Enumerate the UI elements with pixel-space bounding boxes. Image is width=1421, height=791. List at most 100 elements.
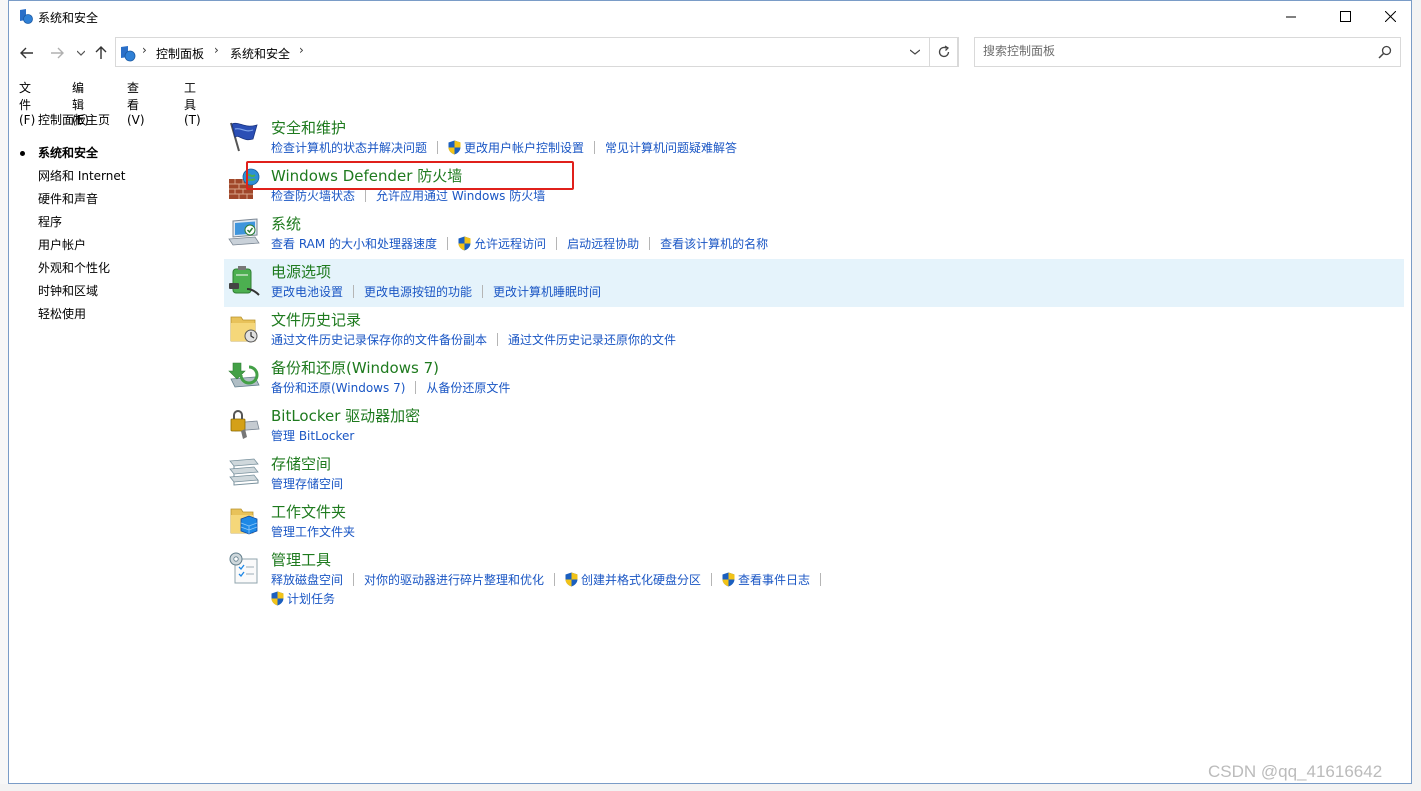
window-title: 系统和安全 <box>38 11 99 25</box>
minimize-button[interactable] <box>1268 1 1314 32</box>
uac-shield-icon <box>565 572 578 587</box>
breadcrumb-separator[interactable]: › <box>214 43 219 57</box>
annotation-highlight-box <box>246 161 574 190</box>
task-link[interactable]: 管理 BitLocker <box>271 427 354 444</box>
task-link[interactable]: 更改用户帐户控制设置 <box>464 139 584 156</box>
category-links: 管理存储空间 <box>271 475 343 491</box>
sidebar-item-clock-region[interactable]: 时钟和区域 <box>38 282 98 299</box>
arrow-up-icon <box>95 46 107 59</box>
task-link[interactable]: 允许远程访问 <box>474 235 546 252</box>
breadcrumb-control-panel[interactable]: 控制面板 <box>156 45 204 62</box>
link-separator <box>594 141 596 154</box>
link-separator <box>437 141 439 154</box>
active-bullet <box>20 151 25 156</box>
task-link[interactable]: 查看 RAM 的大小和处理器速度 <box>271 235 437 252</box>
power-icon <box>229 266 260 296</box>
control-panel-window: 系统和安全 › 控制面板 › 系统和安全 › 搜索控制面板 文件(F) 编辑(E… <box>8 0 1412 784</box>
category-power-options[interactable]: 电源选项 更改电池设置 更改电源按钮的功能 更改计算机睡眠时间 <box>224 259 1404 307</box>
computer-icon <box>228 218 260 246</box>
task-link[interactable]: 管理工作文件夹 <box>271 523 355 540</box>
refresh-button[interactable] <box>929 37 959 67</box>
file-history-icon <box>230 316 258 343</box>
task-link[interactable]: 释放磁盘空间 <box>271 571 343 588</box>
sidebar-item-appearance[interactable]: 外观和个性化 <box>38 259 110 276</box>
menu-tools[interactable]: 工具(T) <box>184 79 201 127</box>
category-title[interactable]: 电源选项 <box>271 261 331 282</box>
task-link[interactable]: 查看该计算机的名称 <box>660 235 768 252</box>
background-window-right <box>1412 0 1421 791</box>
flag-icon <box>230 122 258 152</box>
category-links-second-row: 计划任务 <box>271 590 335 606</box>
system-security-icon <box>20 9 33 24</box>
background-window-left <box>0 0 8 791</box>
category-system: 系统 查看 RAM 的大小和处理器速度 允许远程访问 启动远程协助 查看该计算机的名称 <box>224 207 1404 255</box>
link-separator <box>482 285 484 298</box>
task-link[interactable]: 检查计算机的状态并解决问题 <box>271 139 427 156</box>
up-button[interactable] <box>91 43 111 63</box>
task-link[interactable]: 从备份还原文件 <box>426 379 510 396</box>
category-links: 查看 RAM 的大小和处理器速度 允许远程访问 启动远程协助 查看该计算机的名称 <box>271 235 768 251</box>
task-link[interactable]: 备份和还原(Windows 7) <box>271 379 405 396</box>
task-link[interactable]: 创建并格式化硬盘分区 <box>581 571 701 588</box>
close-button[interactable] <box>1367 1 1413 32</box>
back-button[interactable] <box>17 43 37 63</box>
link-separator <box>353 573 355 586</box>
category-storage-spaces: 存储空间 管理存储空间 <box>224 447 1404 495</box>
task-link[interactable]: 启动远程协助 <box>567 235 639 252</box>
close-icon <box>1384 11 1396 22</box>
uac-shield-icon <box>448 140 461 155</box>
breadcrumb-separator[interactable]: › <box>299 43 304 57</box>
category-links: 检查计算机的状态并解决问题 更改用户帐户控制设置 常见计算机问题疑难解答 <box>271 139 737 155</box>
sidebar-item-ease-of-access[interactable]: 轻松使用 <box>38 305 86 322</box>
task-link[interactable]: 对你的驱动器进行碎片整理和优化 <box>364 571 544 588</box>
breadcrumb-system-security[interactable]: 系统和安全 <box>230 45 290 62</box>
maximize-button[interactable] <box>1322 1 1368 32</box>
sidebar-item-user-accounts[interactable]: 用户帐户 <box>38 236 86 253</box>
control-panel-icon <box>121 46 136 62</box>
search-input[interactable] <box>983 44 1363 58</box>
category-title[interactable]: 文件历史记录 <box>271 309 361 330</box>
breadcrumb-separator: › <box>142 43 147 57</box>
category-security-maintenance: 安全和维护 检查计算机的状态并解决问题 更改用户帐户控制设置 常见计算机问题疑难解答 <box>224 111 1404 159</box>
task-link[interactable]: 更改电池设置 <box>271 283 343 300</box>
menu-view[interactable]: 查看(V) <box>127 79 145 127</box>
category-title[interactable]: 系统 <box>271 213 301 234</box>
task-link[interactable]: 更改计算机睡眠时间 <box>493 283 601 300</box>
category-links: 更改电池设置 更改电源按钮的功能 更改计算机睡眠时间 <box>271 283 601 299</box>
sidebar-item-system-security[interactable]: 系统和安全 <box>38 144 98 161</box>
background-desktop-bottom <box>0 784 1421 791</box>
task-link[interactable]: 通过文件历史记录保存你的文件备份副本 <box>271 331 487 348</box>
task-link[interactable]: 常见计算机问题疑难解答 <box>605 139 737 156</box>
category-title[interactable]: 存储空间 <box>271 453 331 474</box>
category-file-history: 文件历史记录 通过文件历史记录保存你的文件备份副本 通过文件历史记录还原你的文件 <box>224 303 1404 351</box>
sidebar-item-hardware[interactable]: 硬件和声音 <box>38 190 98 207</box>
menu-file[interactable]: 文件(F) <box>19 79 35 127</box>
search-box[interactable] <box>974 37 1401 67</box>
sidebar-item-home[interactable]: 控制面板主页 <box>38 111 110 128</box>
sidebar-item-network[interactable]: 网络和 Internet <box>38 167 125 184</box>
task-link[interactable]: 通过文件历史记录还原你的文件 <box>508 331 676 348</box>
link-separator <box>497 333 499 346</box>
category-title[interactable]: 安全和维护 <box>271 117 346 138</box>
task-link[interactable]: 计划任务 <box>287 590 335 607</box>
title-bar[interactable]: 系统和安全 <box>9 1 1411 32</box>
category-title[interactable]: BitLocker 驱动器加密 <box>271 405 420 426</box>
category-title[interactable]: 管理工具 <box>271 549 331 570</box>
address-bar[interactable]: › 控制面板 › 系统和安全 › <box>115 37 958 67</box>
task-link[interactable]: 查看事件日志 <box>738 571 810 588</box>
search-icon[interactable] <box>1378 45 1392 59</box>
category-links: 备份和还原(Windows 7) 从备份还原文件 <box>271 379 510 395</box>
category-title[interactable]: 备份和还原(Windows 7) <box>271 357 439 378</box>
forward-button[interactable] <box>47 43 67 63</box>
sidebar-item-programs[interactable]: 程序 <box>38 213 62 230</box>
task-link[interactable]: 管理存储空间 <box>271 475 343 492</box>
recent-locations-button[interactable] <box>71 43 91 63</box>
category-bitlocker: BitLocker 驱动器加密 管理 BitLocker <box>224 399 1404 447</box>
category-links: 管理 BitLocker <box>271 427 354 443</box>
link-separator <box>353 285 355 298</box>
chevron-down-icon <box>77 50 85 56</box>
uac-shield-icon <box>458 236 471 251</box>
address-dropdown-button[interactable] <box>902 40 928 64</box>
task-link[interactable]: 更改电源按钮的功能 <box>364 283 472 300</box>
category-title[interactable]: 工作文件夹 <box>271 501 346 522</box>
